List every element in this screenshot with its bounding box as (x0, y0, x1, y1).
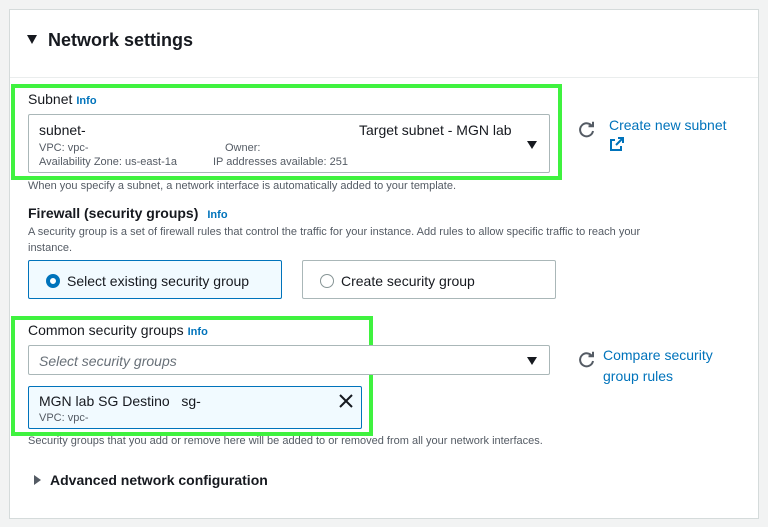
common-sg-info-link[interactable]: Info (188, 326, 208, 338)
caret-right-icon (34, 475, 41, 485)
caret-down-icon (527, 357, 537, 365)
radio-button[interactable] (320, 274, 334, 288)
radio-label: Create security group (341, 273, 475, 289)
subnet-select[interactable]: subnet- Target subnet - MGN lab VPC: vpc… (28, 114, 550, 173)
section-title: Network settings (48, 30, 194, 50)
radio-label: Select existing security group (67, 273, 250, 289)
token-vpc: VPC: vpc- (39, 412, 89, 424)
radio-select-existing-sg[interactable]: Select existing security group (28, 260, 282, 299)
external-link-icon[interactable] (609, 136, 625, 152)
firewall-label-row: Firewall (security groups) Info (28, 205, 228, 223)
caret-down-icon (27, 35, 37, 44)
subnet-availability-zone: Availability Zone: us-east-1a (39, 156, 177, 168)
firewall-description-line1: A security group is a set of firewall ru… (28, 226, 641, 238)
radio-create-sg[interactable]: Create security group (302, 260, 556, 299)
security-group-token: MGN lab SG Destino sg- VPC: vpc- (28, 386, 362, 429)
compare-sg-rules-link-line2[interactable]: group rules (603, 366, 673, 386)
subnet-name: Target subnet - MGN lab (359, 122, 512, 138)
security-groups-placeholder: Select security groups (39, 353, 177, 369)
firewall-label: Firewall (security groups) (28, 205, 199, 221)
common-sg-hint: Security groups that you add or remove h… (28, 435, 543, 447)
compare-sg-rules-link-line1[interactable]: Compare security (603, 345, 713, 365)
caret-down-icon (527, 141, 537, 149)
subnet-hint: When you specify a subnet, a network int… (28, 180, 457, 192)
firewall-description-line2: instance. (28, 242, 73, 254)
refresh-icon[interactable] (577, 350, 597, 370)
security-groups-select[interactable]: Select security groups (28, 345, 550, 375)
common-sg-label-row: Common security groups Info (28, 322, 208, 340)
subnet-owner: Owner: (225, 142, 261, 154)
common-sg-label: Common security groups (28, 322, 184, 338)
advanced-network-config-label: Advanced network configuration (50, 472, 268, 488)
refresh-icon[interactable] (577, 120, 597, 140)
header-divider (10, 77, 758, 78)
subnet-info-link[interactable]: Info (76, 95, 96, 107)
token-sg-id: sg- (181, 393, 201, 409)
advanced-network-config-toggle[interactable]: Advanced network configuration (34, 472, 268, 490)
subnet-vpc: VPC: vpc- (39, 142, 89, 154)
section-header[interactable]: Network settings (27, 30, 193, 51)
subnet-id: subnet- (39, 122, 86, 138)
subnet-ip-available: IP addresses available: 251 (213, 156, 348, 168)
token-name: MGN lab SG Destino (39, 393, 170, 409)
token-label: MGN lab SG Destino sg- (39, 393, 201, 409)
close-icon[interactable] (339, 394, 353, 408)
create-subnet-link[interactable]: Create new subnet (609, 115, 727, 135)
subnet-label: Subnet (28, 91, 73, 107)
radio-button[interactable] (46, 274, 60, 288)
firewall-info-link[interactable]: Info (207, 209, 227, 221)
subnet-label-row: Subnet Info (28, 91, 97, 109)
